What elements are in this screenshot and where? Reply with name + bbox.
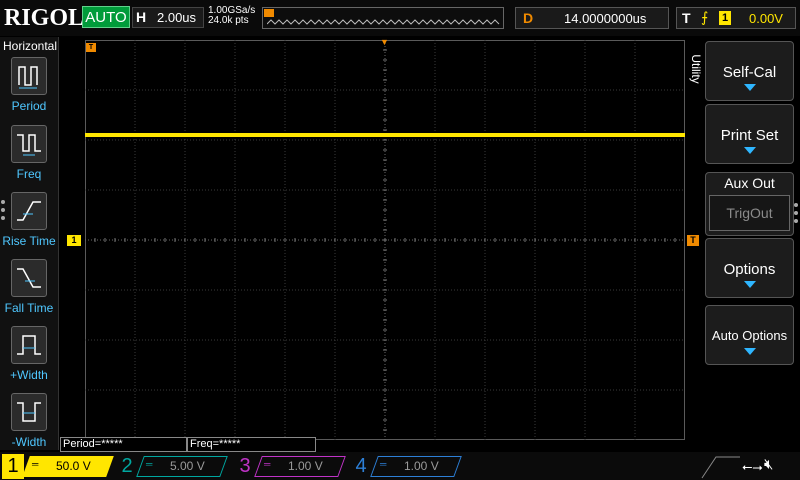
utility-menu-title: Utility bbox=[689, 54, 703, 84]
measure-rise-time-label: Rise Time bbox=[2, 234, 56, 248]
chevron-down-icon bbox=[744, 147, 756, 154]
usb-icon: ⭠⭢ bbox=[742, 459, 763, 474]
channel3-indicator[interactable]: 3 ═ 1.00 V bbox=[234, 454, 346, 479]
options-button[interactable]: Options bbox=[705, 238, 794, 298]
sample-info: 1.00GSa/s 24.0k pts bbox=[208, 6, 255, 26]
aux-out-label: Aux Out bbox=[724, 175, 775, 191]
measure-period-label: Period bbox=[11, 99, 47, 113]
channel4-number: 4 bbox=[355, 455, 367, 477]
dc-coupling-icon: ═ bbox=[380, 459, 387, 469]
trigger-source: 1 bbox=[719, 11, 731, 25]
print-set-button[interactable]: Print Set bbox=[705, 104, 794, 164]
period-measurement[interactable]: Period=***** bbox=[60, 437, 187, 452]
trigger-level-marker[interactable]: T bbox=[687, 235, 699, 246]
menu-corner-decoration bbox=[701, 456, 740, 479]
channel1-indicator[interactable]: 1 ═ 50.0 V bbox=[2, 454, 114, 479]
channel4-scale: 1.00 V bbox=[404, 459, 439, 473]
memory-position-bar[interactable] bbox=[262, 7, 504, 29]
waveform-display[interactable] bbox=[85, 40, 685, 440]
dc-coupling-icon: ═ bbox=[146, 459, 153, 469]
utility-menu-tab: Utility bbox=[686, 40, 704, 100]
measure-fall-time-button[interactable]: Fall Time bbox=[0, 259, 58, 323]
options-label: Options bbox=[723, 261, 776, 278]
delay-value: 14.0000000us bbox=[564, 11, 647, 26]
measure-freq-button[interactable]: Freq bbox=[0, 125, 58, 189]
channel3-number: 3 bbox=[239, 455, 251, 477]
delay-box[interactable]: D 14.0000000us bbox=[515, 7, 669, 29]
memory-position-marker bbox=[264, 9, 274, 17]
memory-waveform-preview bbox=[267, 19, 500, 25]
horizontal-label: H bbox=[136, 9, 147, 25]
measurement-menu-title: Horizontal bbox=[3, 39, 58, 53]
fall-time-icon bbox=[11, 259, 47, 297]
measure-fall-time-label: Fall Time bbox=[4, 301, 54, 315]
left-menu-page-indicator bbox=[1, 200, 5, 224]
measurement-menu: Horizontal Period Freq Rise Time Fall Ti… bbox=[0, 37, 59, 450]
trigger-label: T bbox=[682, 10, 691, 26]
aux-out-menu[interactable]: Aux Out TrigOut bbox=[705, 172, 794, 236]
self-cal-label: Self-Cal bbox=[722, 64, 777, 81]
chevron-down-icon bbox=[744, 84, 756, 91]
channel1-scale: 50.0 V bbox=[56, 459, 91, 473]
period-icon bbox=[11, 57, 47, 95]
right-menu-page-indicator bbox=[794, 203, 798, 227]
chevron-down-icon bbox=[744, 281, 756, 288]
speaker-muted-icon[interactable]: 🔇︎ bbox=[764, 456, 773, 473]
time-origin-marker: T bbox=[86, 43, 96, 52]
horizontal-timebase-box[interactable]: H 2.00us bbox=[132, 7, 204, 28]
measure-rise-time-button[interactable]: Rise Time bbox=[0, 192, 58, 256]
measure-positive-width-button[interactable]: +Width bbox=[0, 326, 58, 390]
negative-width-icon bbox=[11, 393, 47, 431]
trigger-status-box[interactable]: T ⨍ 1 0.00V bbox=[676, 7, 796, 29]
measure-negative-width-label: -Width bbox=[11, 435, 47, 449]
aux-out-value[interactable]: TrigOut bbox=[709, 195, 790, 231]
channel1-offset-marker[interactable]: 1 bbox=[67, 235, 81, 246]
brand-logo: RIGOL bbox=[4, 5, 85, 31]
measure-negative-width-button[interactable]: -Width bbox=[0, 393, 58, 457]
measure-positive-width-label: +Width bbox=[10, 368, 48, 382]
channel2-indicator[interactable]: 2 ═ 5.00 V bbox=[116, 454, 228, 479]
dc-coupling-icon: ═ bbox=[32, 459, 39, 469]
channel3-scale: 1.00 V bbox=[288, 459, 323, 473]
channel1-number: 1 bbox=[2, 454, 24, 479]
freq-measurement[interactable]: Freq=***** bbox=[187, 437, 316, 452]
memory-depth: 24.0k pts bbox=[208, 15, 249, 26]
delay-label: D bbox=[523, 10, 534, 26]
channel2-number: 2 bbox=[121, 455, 133, 477]
measure-period-button[interactable]: Period bbox=[0, 57, 58, 121]
rising-edge-icon: ⨍ bbox=[701, 9, 709, 25]
auto-options-button[interactable]: Auto Options bbox=[705, 305, 794, 365]
trigger-level-value: 0.00V bbox=[749, 11, 783, 26]
dc-coupling-icon: ═ bbox=[264, 459, 271, 469]
self-cal-button[interactable]: Self-Cal bbox=[705, 41, 794, 101]
positive-width-icon bbox=[11, 326, 47, 364]
auto-options-label: Auto Options bbox=[711, 328, 788, 343]
rise-time-icon bbox=[11, 192, 47, 230]
run-mode-badge[interactable]: AUTO bbox=[82, 6, 130, 28]
frequency-icon bbox=[11, 125, 47, 163]
horizontal-scale-value: 2.00us bbox=[157, 10, 197, 25]
channel2-scale: 5.00 V bbox=[170, 459, 205, 473]
channel4-indicator[interactable]: 4 ═ 1.00 V bbox=[350, 454, 462, 479]
chevron-down-icon bbox=[744, 348, 756, 355]
trigger-position-marker[interactable]: ▼ bbox=[380, 37, 389, 47]
measure-freq-label: Freq bbox=[16, 167, 42, 181]
print-set-label: Print Set bbox=[720, 127, 779, 144]
